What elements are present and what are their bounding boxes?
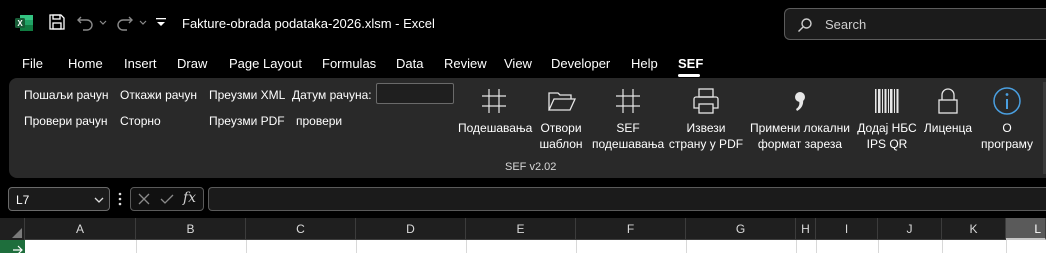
column-header-a[interactable]: A (25, 218, 136, 240)
send-invoice-button[interactable]: Пошаљи рачун (24, 88, 108, 102)
grid-line (1006, 240, 1007, 253)
tab-home[interactable]: Home (68, 56, 103, 71)
open-template-label-1[interactable]: Отвори (532, 120, 590, 136)
tab-developer[interactable]: Developer (551, 56, 610, 71)
column-header-b[interactable]: B (136, 218, 246, 240)
column-headers: A B C D E F G H I J K L (0, 218, 1046, 240)
grid-line (466, 240, 467, 253)
printer-icon[interactable] (690, 86, 722, 116)
select-all-corner[interactable] (0, 218, 25, 240)
apply-format-label-2[interactable]: формат зареза (746, 136, 854, 152)
barcode-icon[interactable] (872, 86, 902, 116)
search-placeholder: Search (825, 17, 867, 32)
settings-grid-icon[interactable] (478, 86, 510, 116)
confirm-entry-icon[interactable] (159, 192, 175, 206)
grid-line (356, 240, 357, 253)
download-xml-button[interactable]: Преузми XML (209, 88, 285, 102)
column-header-k[interactable]: K (942, 218, 1006, 240)
column-header-j[interactable]: J (878, 218, 942, 240)
column-header-l[interactable]: L (1006, 218, 1046, 240)
undo-dropdown-icon[interactable] (98, 13, 108, 31)
redo-icon[interactable] (116, 13, 134, 31)
ribbon-group-label: SEF v2.02 (505, 161, 557, 173)
cancel-invoice-button[interactable]: Откажи рачун (120, 88, 197, 102)
tab-page-layout[interactable]: Page Layout (229, 56, 302, 71)
about-label-1[interactable]: О (977, 120, 1037, 136)
more-options-icon[interactable] (115, 190, 125, 208)
column-header-d[interactable]: D (356, 218, 466, 240)
formula-actions: fx (130, 187, 204, 211)
undo-icon[interactable] (76, 13, 94, 31)
sef-settings-label-1[interactable]: SEF (592, 120, 664, 136)
search-box[interactable]: Search (784, 8, 1046, 40)
invoice-date-input[interactable] (376, 83, 454, 104)
column-header-h[interactable]: H (796, 218, 816, 240)
info-icon[interactable] (990, 86, 1024, 116)
grid-line (576, 240, 577, 253)
customize-qat-icon[interactable] (154, 13, 168, 31)
open-folder-icon[interactable] (545, 86, 579, 116)
column-header-f[interactable]: F (576, 218, 686, 240)
row-header[interactable] (0, 240, 25, 253)
column-header-i[interactable]: I (816, 218, 878, 240)
document-title: Fakture-obrada podataka-2026.xlsm - Exce… (182, 16, 435, 31)
about-label-2[interactable]: програму (977, 136, 1037, 152)
ribbon-tabs: File Home Insert Draw Page Layout Formul… (0, 50, 1046, 78)
storno-button[interactable]: Сторно (120, 114, 161, 128)
add-qr-label-2[interactable]: IPS QR (854, 136, 920, 152)
license-button-label[interactable]: Лиценца (920, 120, 976, 136)
excel-logo-icon: X (14, 13, 34, 33)
grid-line (816, 240, 817, 253)
tab-data[interactable]: Data (396, 56, 423, 71)
export-pdf-label-2[interactable]: страну у PDF (668, 136, 744, 152)
insert-function-icon[interactable]: fx (183, 190, 196, 206)
grid-line (878, 240, 879, 253)
arrow-right-icon (12, 242, 24, 253)
sef-settings-label-2[interactable]: подешавања (592, 136, 664, 152)
cancel-entry-icon[interactable] (137, 192, 151, 206)
search-icon (797, 17, 813, 33)
active-tab-indicator (678, 74, 700, 77)
redo-dropdown-icon[interactable] (138, 13, 148, 31)
formula-bar: L7 fx (0, 178, 1046, 218)
column-header-e[interactable]: E (466, 218, 576, 240)
tab-review[interactable]: Review (444, 56, 487, 71)
add-qr-label-1[interactable]: Додај НБС (854, 120, 920, 136)
apply-format-label-1[interactable]: Примени локални (746, 120, 854, 136)
tab-help[interactable]: Help (631, 56, 658, 71)
check-invoice-button[interactable]: Провери рачун (24, 114, 108, 128)
tab-insert[interactable]: Insert (124, 56, 157, 71)
tab-draw[interactable]: Draw (177, 56, 207, 71)
svg-text:X: X (17, 19, 23, 28)
invoice-date-label: Датум рачуна: (292, 88, 372, 102)
export-pdf-label-1[interactable]: Извези (668, 120, 744, 136)
name-box[interactable]: L7 (8, 187, 110, 211)
tab-formulas[interactable]: Formulas (322, 56, 376, 71)
column-header-c[interactable]: C (246, 218, 356, 240)
save-icon[interactable] (48, 13, 66, 31)
column-header-g[interactable]: G (686, 218, 796, 240)
lock-icon[interactable] (933, 86, 963, 116)
name-box-value: L7 (16, 193, 30, 207)
grid-line (942, 240, 943, 253)
check-button[interactable]: провери (296, 114, 342, 128)
download-pdf-button[interactable]: Преузми PDF (209, 114, 285, 128)
chevron-down-icon[interactable] (93, 193, 105, 207)
grid-line (686, 240, 687, 253)
tab-sef[interactable]: SEF (678, 56, 703, 71)
tab-view[interactable]: View (504, 56, 532, 71)
comma-icon[interactable] (786, 86, 814, 116)
grid-line (796, 240, 797, 253)
grid-line (136, 240, 137, 253)
formula-input[interactable] (208, 187, 1046, 211)
cell-grid[interactable] (0, 240, 1046, 253)
settings-button-label[interactable]: Подешавања (458, 120, 532, 136)
sef-settings-grid-icon[interactable] (612, 86, 644, 116)
tab-file[interactable]: File (22, 56, 43, 71)
title-bar: X Fakture-obrada podataka-2026.xlsm - Ex… (0, 0, 1046, 50)
open-template-label-2[interactable]: шаблон (532, 136, 590, 152)
grid-line (246, 240, 247, 253)
